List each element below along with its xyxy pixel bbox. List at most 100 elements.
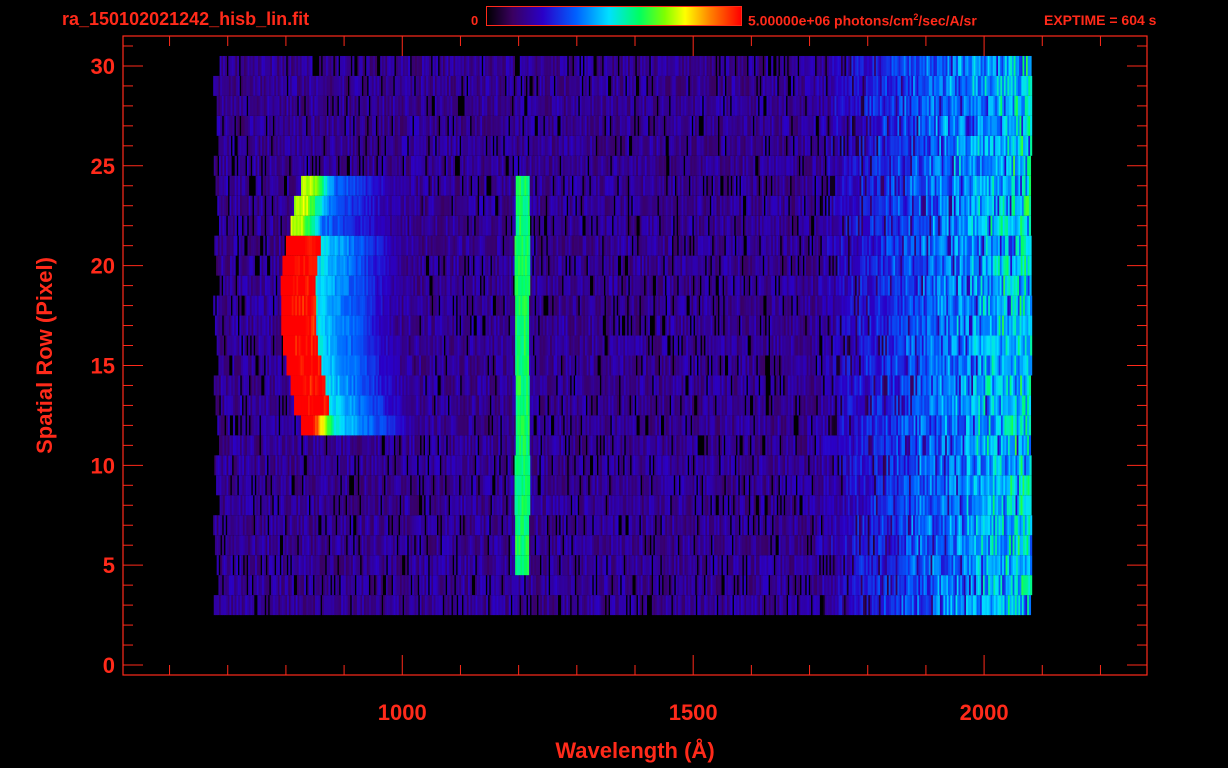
heatmap-cell [443,475,446,496]
heatmap-cell [1028,395,1032,416]
heatmap-cell [638,475,641,496]
heatmap-cell [778,495,781,516]
heatmap-cell [806,575,809,596]
heatmap-cell [747,435,751,456]
heatmap-cell [710,555,713,576]
heatmap-cell [564,515,567,536]
heatmap-cell [730,595,733,616]
heatmap-cell [283,515,286,536]
heatmap-cell [561,415,564,436]
heatmap-cell [405,555,408,576]
heatmap-cell [784,595,787,616]
heatmap-cell [763,515,766,536]
heatmap-cell [1028,415,1032,436]
heatmap-cell [808,415,812,436]
heatmap-cell [544,515,547,536]
heatmap-cell [318,595,321,616]
heatmap-cell [776,475,779,496]
heatmap-cell [603,595,606,616]
heatmap-cell [252,595,255,616]
heatmap-cell [717,455,720,476]
heatmap-cell [568,375,571,396]
heatmap-cell [746,495,749,516]
heatmap-cell [796,395,799,416]
heatmap-cell [690,455,693,476]
heatmap-cell [554,375,557,396]
heatmap-cell [572,455,575,476]
heatmap-cell [420,475,423,496]
heatmap-cell [220,575,223,596]
heatmap-cell [650,375,653,396]
heatmap-cell [647,535,650,556]
heatmap-cell [803,575,806,596]
heatmap-cell [454,535,457,556]
heatmap-cell [693,595,696,616]
heatmap-cell [578,415,581,436]
heatmap-cell [658,515,661,536]
heatmap-cell [1030,515,1033,536]
heatmap-cell [783,475,786,496]
heatmap-cell [615,455,618,476]
heatmap-cell [593,575,596,596]
heatmap-cell [488,495,491,516]
heatmap-cell [667,395,670,416]
heatmap-cell [708,535,712,556]
heatmap-cell [795,595,798,616]
heatmap-cell [699,495,702,516]
heatmap-cell [772,595,775,616]
heatmap-cell [546,535,549,556]
heatmap-cell [814,395,817,416]
heatmap-cell [430,475,433,496]
heatmap-cell [703,555,706,576]
heatmap-cell [288,555,291,576]
heatmap-cell [817,595,820,616]
heatmap-cell [299,435,302,456]
heatmap-cell [258,555,261,576]
heatmap-cell [594,435,597,456]
heatmap-cell [408,575,411,596]
heatmap-cell [517,595,520,616]
heatmap-cell [456,475,460,496]
heatmap-cell [246,415,250,436]
heatmap-cell [319,575,322,596]
heatmap-cell [246,375,250,396]
heatmap-cell [808,535,811,556]
heatmap-cell [609,435,613,456]
heatmap-cell [627,395,630,416]
heatmap-cell [590,575,593,596]
heatmap-cell [493,375,496,396]
heatmap-cell [653,395,656,416]
heatmap-cell [568,595,571,616]
heatmap-cell [355,475,358,496]
heatmap-cell [472,455,475,476]
heatmap-cell [483,575,486,596]
heatmap-cell [222,415,225,436]
heatmap-cell [743,555,746,576]
heatmap-cell [716,435,719,456]
heatmap-cell [643,415,646,436]
heatmap-cell [791,415,794,436]
heatmap-cell [546,555,549,576]
heatmap-cell [343,495,346,516]
heatmap-cell [216,555,219,576]
heatmap-cell [616,515,619,536]
heatmap-cell [576,555,579,576]
heatmap-cell [485,535,488,556]
heatmap-cell [587,455,591,476]
heatmap-cell [797,495,800,516]
heatmap-cell [1029,475,1032,496]
heatmap-cell [771,555,774,576]
heatmap-cell [381,475,385,496]
heatmap-cell [683,375,686,396]
heatmap-cell [389,515,392,536]
heatmap-cell [276,395,279,416]
heatmap-cell [427,495,430,516]
heatmap-cell [257,495,261,516]
heatmap-cell [568,495,571,516]
heatmap-cell [1028,435,1032,456]
heatmap-cell [323,555,326,576]
heatmap-cell [728,515,731,536]
heatmap-cell [628,455,631,476]
heatmap-cell [498,435,501,456]
heatmap-cell [417,435,421,456]
